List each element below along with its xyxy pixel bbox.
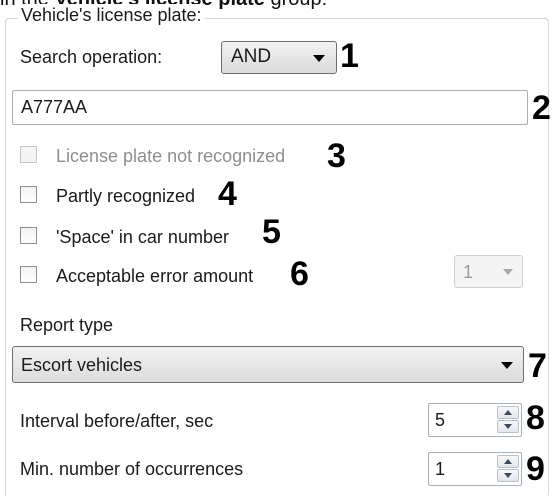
space-in-number-label: 'Space' in car number bbox=[56, 227, 229, 247]
marker-4: 4 bbox=[218, 175, 237, 213]
caption-suffix: group: bbox=[265, 0, 327, 10]
marker-2: 2 bbox=[532, 89, 551, 127]
search-operation-dropdown[interactable]: AND bbox=[221, 41, 337, 74]
group-legend: Vehicle's license plate: bbox=[18, 4, 205, 26]
min-occurrences-spinner[interactable]: 1 bbox=[428, 452, 522, 486]
interval-label: Interval before/after, sec bbox=[20, 411, 214, 431]
marker-5: 5 bbox=[262, 213, 281, 251]
chevron-down-icon bbox=[501, 362, 513, 369]
marker-8: 8 bbox=[526, 399, 545, 437]
marker-1: 1 bbox=[340, 37, 359, 75]
error-amount-dropdown[interactable]: 1 bbox=[454, 255, 523, 288]
spin-up-button[interactable] bbox=[497, 406, 519, 419]
spin-down-icon bbox=[504, 424, 512, 429]
report-type-label: Report type bbox=[20, 315, 114, 335]
chevron-down-icon bbox=[313, 55, 325, 62]
not-recognized-label: License plate not recognized bbox=[56, 146, 286, 166]
interval-value: 5 bbox=[435, 410, 446, 430]
spin-down-button[interactable] bbox=[497, 420, 519, 433]
marker-6: 6 bbox=[290, 255, 309, 293]
chevron-down-icon bbox=[503, 269, 513, 275]
license-plate-input[interactable] bbox=[12, 90, 528, 125]
spin-up-icon bbox=[504, 459, 512, 464]
spin-down-button[interactable] bbox=[497, 469, 519, 482]
report-type-value: Escort vehicles bbox=[21, 355, 143, 375]
spin-down-icon bbox=[504, 473, 512, 478]
partly-recognized-checkbox[interactable] bbox=[20, 186, 37, 203]
min-occurrences-value: 1 bbox=[435, 459, 446, 479]
report-type-dropdown[interactable]: Escort vehicles bbox=[12, 346, 524, 383]
spin-up-button[interactable] bbox=[497, 455, 519, 468]
acceptable-error-label: Acceptable error amount bbox=[56, 266, 254, 286]
not-recognized-checkbox[interactable] bbox=[20, 146, 37, 163]
error-amount-value: 1 bbox=[463, 262, 474, 282]
space-in-number-checkbox[interactable] bbox=[20, 227, 37, 244]
partly-recognized-label: Partly recognized bbox=[56, 186, 196, 206]
min-occurrences-label: Min. number of occurrences bbox=[20, 459, 244, 479]
interval-spin-buttons bbox=[497, 406, 519, 434]
spin-up-icon bbox=[504, 410, 512, 415]
interval-spinner[interactable]: 5 bbox=[428, 403, 522, 437]
marker-9: 9 bbox=[526, 450, 545, 488]
min-occurrences-spin-buttons bbox=[497, 455, 519, 483]
search-operation-value: AND bbox=[231, 46, 272, 67]
marker-3: 3 bbox=[327, 137, 346, 175]
search-operation-label: Search operation: bbox=[20, 47, 163, 67]
marker-7: 7 bbox=[528, 347, 547, 385]
acceptable-error-checkbox[interactable] bbox=[20, 266, 37, 283]
